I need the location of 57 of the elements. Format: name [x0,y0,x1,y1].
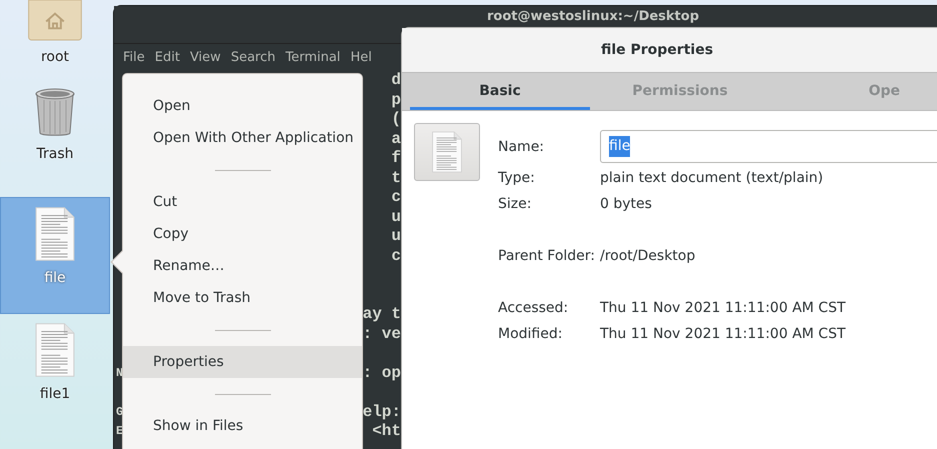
field-label: Name: [498,138,546,156]
terminal-text: <ht [372,422,401,442]
field-value: /root/Desktop [600,246,696,266]
menu-item[interactable]: Show in Files [123,410,362,442]
menu-item[interactable]: File [118,48,150,68]
field-label: Modified: [498,324,564,344]
field-value: Thu 11 Nov 2021 11:11:00 AM CST [600,298,846,318]
document-icon [34,206,76,262]
desktop-icon[interactable]: Trash [0,80,110,197]
terminal-text: ay t [362,305,401,324]
field-label: Type: [498,168,536,188]
menu-item[interactable]: Cut [123,186,362,218]
terminal-text: d [391,71,401,90]
icon-label: root [40,48,70,67]
field-label: Size: [498,194,532,214]
menu-item[interactable]: Move to Trash [123,282,362,314]
document-icon [431,131,463,173]
menu-item[interactable]: Open [123,90,362,122]
menu-item[interactable]: Edit [150,48,185,68]
name-field[interactable]: file [600,130,937,162]
desktop-icon[interactable]: file1 [0,314,110,431]
menu-item[interactable]: Terminal [280,48,346,68]
terminal-text: a [391,130,401,149]
terminal-text: u [391,227,401,246]
terminal-text: p [391,90,401,110]
icon-label: file [44,269,66,288]
terminal-text: f [391,149,401,168]
terminal-text: c [391,188,401,208]
menu-item[interactable]: Properties [123,346,362,378]
field-label: Accessed: [498,298,570,318]
field-label: Parent Folder: [498,246,596,266]
menu-item[interactable]: View [184,48,226,68]
menu-item[interactable]: Search [226,48,280,68]
document-icon [34,322,76,378]
menu-item[interactable]: Copy [123,218,362,250]
terminal-text: ( [391,110,401,130]
menu-item[interactable]: Open With Other Application [123,122,362,154]
field-value: 0 bytes [600,194,652,214]
field-value: Thu 11 Nov 2021 11:11:00 AM CST [600,324,846,344]
home-folder-icon [27,0,83,41]
desktop-icon[interactable]: root [0,0,110,80]
tab[interactable]: Basic [410,73,590,110]
menu-item[interactable]: Rename… [123,250,362,282]
trash-icon [34,88,76,138]
field-value: plain text document (text/plain) [600,168,824,188]
icon-label: file1 [40,385,70,404]
menu-item[interactable]: Hel [345,48,377,68]
window-title: root@westoslinux:~/Desktop [486,9,700,25]
terminal-text: elp: [362,402,401,422]
terminal-text: c [391,246,401,266]
terminal-text: : ve [362,324,401,344]
dialog-title: file Properties [600,40,714,60]
terminal-text: t [391,168,401,188]
terminal-text: u [391,208,401,227]
terminal-text: : op [362,364,401,383]
file-icon-button[interactable] [414,123,480,181]
icon-label: Trash [36,145,74,164]
